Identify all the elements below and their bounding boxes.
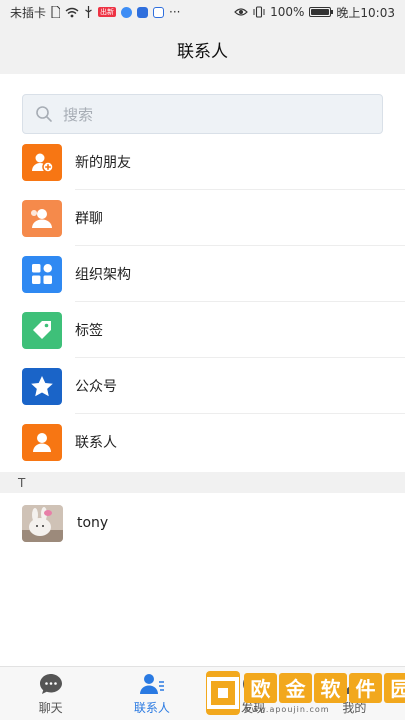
status-right: 100% 晚上10:03 <box>234 4 395 21</box>
watermark-char: 件 <box>349 672 382 703</box>
menu-item-org-structure[interactable]: 组织架构 <box>0 246 405 302</box>
watermark-char: 软 <box>314 672 347 703</box>
section-index-header: T <box>0 472 405 493</box>
page-title: 联系人 <box>177 41 228 62</box>
contacts-screen: 未插卡 出新 ··· 100% 晚上10:03 联系人 搜索 新的朋友 群聊 组… <box>0 0 405 720</box>
search-placeholder: 搜索 <box>63 105 94 124</box>
contacts-icon <box>139 672 165 696</box>
tab-label: 联系人 <box>133 700 170 715</box>
notification-badge: 出新 <box>98 7 117 17</box>
nav-header: 联系人 <box>0 24 405 74</box>
menu-item-group-chat[interactable]: 群聊 <box>0 190 405 246</box>
app-notification-icon <box>121 6 133 18</box>
menu-item-label: 新的朋友 <box>75 155 131 171</box>
status-left: 未插卡 出新 ··· <box>10 4 180 21</box>
section-letter: T <box>18 475 26 490</box>
watermark-char: 园 <box>384 672 405 703</box>
more-notifications: ··· <box>169 5 181 19</box>
eye-comfort-icon <box>234 7 248 17</box>
clock: 晚上10:03 <box>336 5 395 20</box>
org-structure-icon <box>22 255 62 293</box>
contact-row[interactable]: tony <box>0 493 405 553</box>
watermark-title: 欧 金 软 件 园 <box>244 672 405 703</box>
add-friend-icon <box>22 143 62 181</box>
usb-icon <box>84 6 93 18</box>
menu-item-contacts[interactable]: 联系人 <box>0 414 405 470</box>
app-notification-icon <box>153 6 165 18</box>
star-icon <box>22 367 62 405</box>
battery-percent: 100% <box>270 5 305 19</box>
contact-person-icon <box>22 423 62 461</box>
carrier-text: 未插卡 <box>10 5 47 20</box>
battery-icon <box>309 7 334 17</box>
status-bar: 未插卡 出新 ··· 100% 晚上10:03 <box>0 0 405 24</box>
watermark-logo-icon <box>206 671 240 715</box>
contact-name: tony <box>77 515 109 531</box>
tab-chat[interactable]: 聊天 <box>0 667 101 720</box>
app-notification-icon <box>137 6 149 18</box>
sim-card-icon <box>51 6 61 18</box>
menu-item-tags[interactable]: 标签 <box>0 302 405 358</box>
contacts-menu: 新的朋友 群聊 组织架构 标签 公众号 联系人 <box>0 134 405 470</box>
menu-item-label: 组织架构 <box>75 267 131 283</box>
search-input[interactable]: 搜索 <box>22 94 383 134</box>
tab-contacts[interactable]: 联系人 <box>101 667 202 720</box>
menu-item-label: 标签 <box>75 323 103 339</box>
watermark-char: 欧 <box>244 672 277 703</box>
watermark-overlay: 欧 金 软 件 园 www.apoujin.com <box>206 668 405 718</box>
search-icon <box>35 105 53 123</box>
chat-bubble-icon <box>38 672 64 696</box>
menu-item-new-friends[interactable]: 新的朋友 <box>0 134 405 190</box>
menu-item-label: 联系人 <box>75 435 117 451</box>
menu-item-label: 公众号 <box>75 379 117 395</box>
tag-icon <box>22 311 62 349</box>
menu-item-official-accounts[interactable]: 公众号 <box>0 358 405 414</box>
vibrate-icon <box>253 6 265 18</box>
group-chat-icon <box>22 199 62 237</box>
avatar <box>22 504 63 542</box>
watermark-url: www.apoujin.com <box>244 704 330 714</box>
watermark-char: 金 <box>279 672 312 703</box>
watermark-text: 欧 金 软 件 园 www.apoujin.com <box>244 672 405 714</box>
tab-label: 聊天 <box>38 700 63 715</box>
wifi-icon <box>65 7 79 18</box>
menu-item-label: 群聊 <box>75 211 103 227</box>
